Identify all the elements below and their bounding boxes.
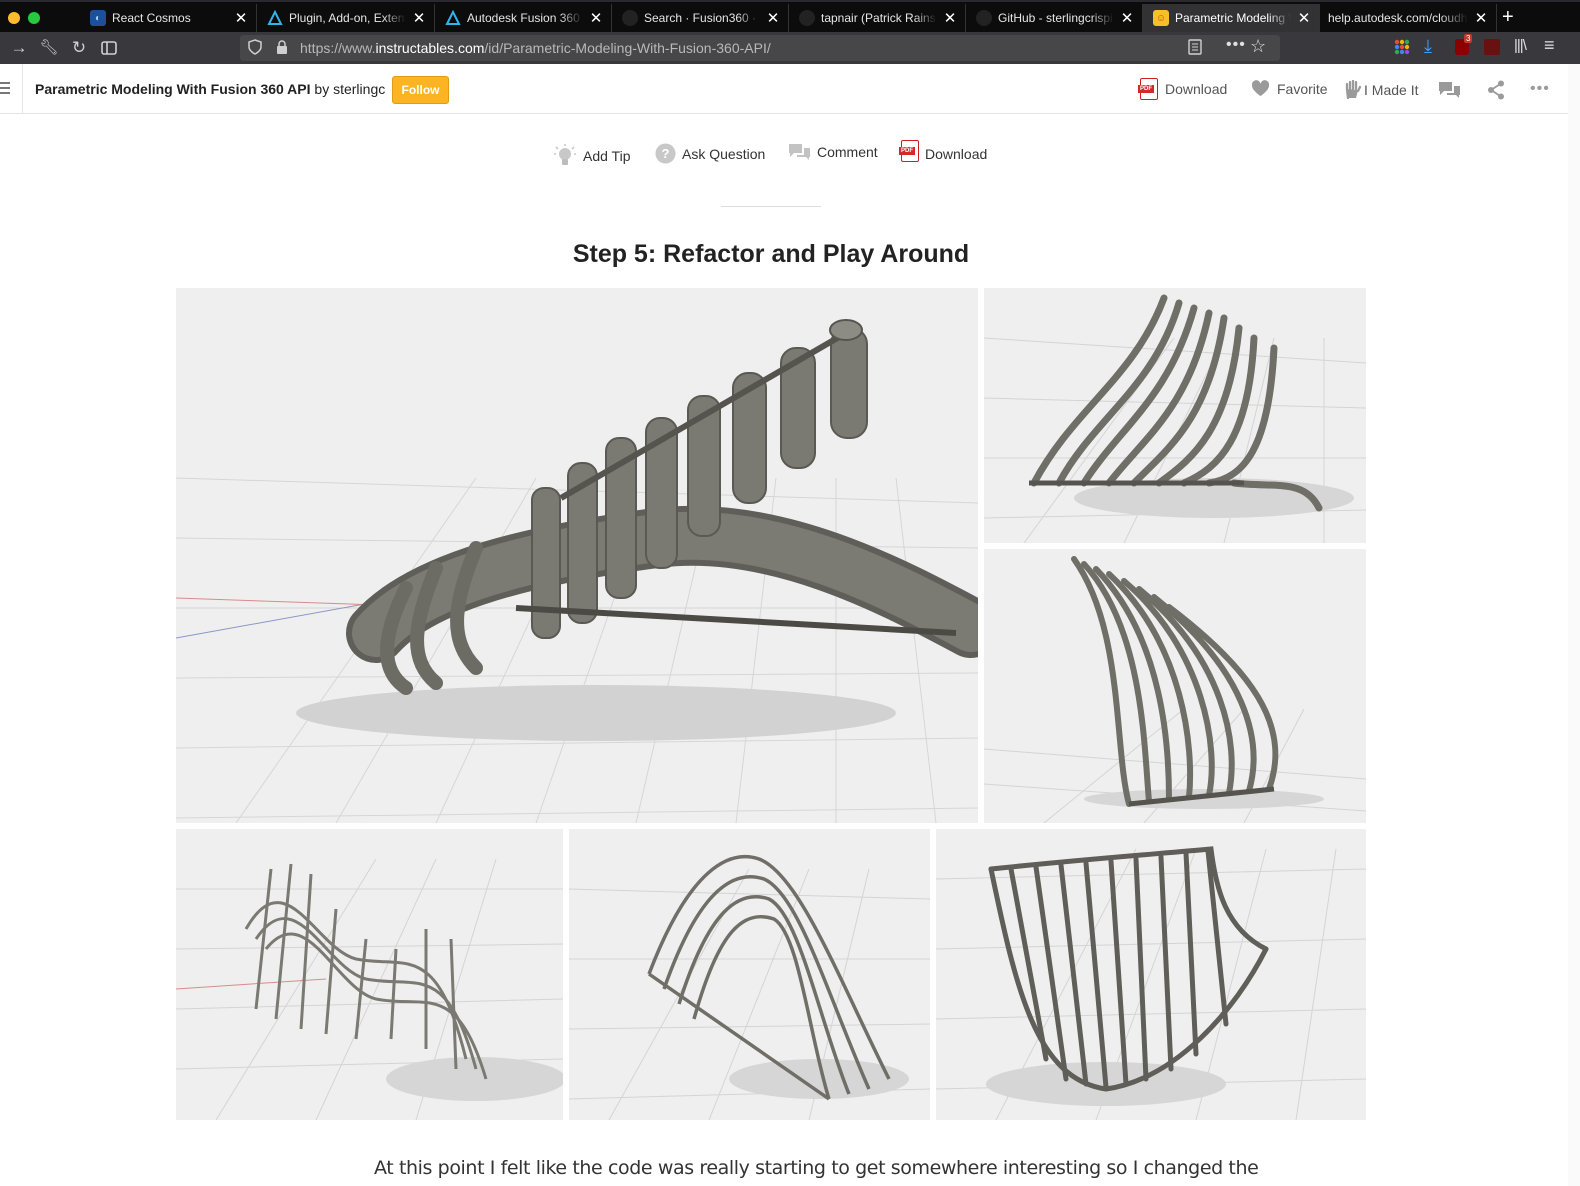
tab-title: tapnair (Patrick Rainsberry) [821,11,937,25]
url-prefix: https://www. [300,40,376,56]
close-icon[interactable]: ✕ [766,9,780,27]
page-actions-icon[interactable]: ••• [1226,36,1246,54]
window-minimize-button[interactable] [8,12,20,24]
gallery-image-6[interactable] [936,829,1366,1120]
url-text: https://www.instructables.com/id/Paramet… [300,40,771,56]
tab-plugin-addon[interactable]: Plugin, Add-on, Extensions ✕ [257,4,435,32]
made-it-label: I Made It [1364,81,1419,98]
step-download-label: Download [925,146,988,162]
react-cosmos-icon: ◐ [90,10,106,26]
gallery-image-2[interactable] [984,288,1366,543]
more-options-icon[interactable]: ••• [1530,80,1550,98]
comment-label: Comment [817,144,878,160]
tab-title: Autodesk Fusion 360 API [467,11,583,25]
autodesk-icon [267,10,283,26]
tab-github-sterlingcrispin[interactable]: GitHub - sterlingcrispin ✕ [966,4,1143,32]
close-icon[interactable]: ✕ [589,9,603,27]
tab-parametric-modeling[interactable]: ☺ Parametric Modeling With ✕ [1143,4,1320,32]
hand-icon [1344,80,1362,99]
close-icon[interactable]: ✕ [1474,9,1488,27]
gallery-image-3[interactable] [984,549,1366,823]
url-path: /id/Parametric-Modeling-With-Fusion-360-… [484,40,771,56]
follow-button[interactable]: Follow [392,76,449,104]
add-tip-button[interactable]: Add Tip [553,143,630,169]
url-domain: instructables.com [375,40,485,56]
close-icon[interactable]: ✕ [1297,9,1311,27]
tab-title: Plugin, Add-on, Extensions [289,11,406,25]
tab-github-search[interactable]: Search · Fusion360 · GitHub ✕ [612,4,789,32]
tab-fusion-api[interactable]: Autodesk Fusion 360 API ✕ [435,4,612,32]
add-tip-label: Add Tip [583,148,631,164]
browser-tab-strip: ◐ React Cosmos ✕ Plugin, Add-on, Extensi… [0,0,1580,32]
forward-icon[interactable]: → [8,37,30,59]
library-icon[interactable]: |||\ [1514,37,1527,54]
close-icon[interactable]: ✕ [412,9,426,27]
step-title: Step 5: Refactor and Play Around [572,240,970,268]
favorite-label: Favorite [1277,80,1328,97]
header-favorite-button[interactable]: Favorite [1251,80,1328,97]
share-icon[interactable] [1487,80,1505,105]
tab-react-cosmos[interactable]: ◐ React Cosmos ✕ [80,4,257,32]
close-icon[interactable]: ✕ [1120,9,1134,27]
gallery-image-5[interactable] [569,829,930,1120]
reload-icon[interactable]: ↻ [68,37,90,59]
close-icon[interactable]: ✕ [943,9,957,27]
step-download-button[interactable]: PDF Download [899,140,988,162]
shield-icon[interactable] [248,39,262,60]
tab-title: help.autodesk.com/cloudhelp [1328,11,1468,25]
download-label: Download [1165,81,1228,97]
step-body-text: At this point I felt like the code was r… [374,1157,1259,1179]
tab-autodesk-help[interactable]: help.autodesk.com/cloudhelp ✕ [1320,4,1497,32]
author-link[interactable]: sterlingc [333,81,385,97]
new-tab-button[interactable]: + [1502,4,1514,30]
github-icon [799,10,815,26]
gallery-image-4[interactable] [176,829,563,1120]
ublock-badge: 3 [1464,34,1473,43]
comments-icon[interactable] [1438,81,1461,104]
header-download-button[interactable]: PDF Download [1138,78,1228,100]
gallery-image-main[interactable] [176,288,978,823]
menu-icon[interactable] [0,82,10,97]
svg-text:?: ? [662,146,670,161]
github-icon [622,10,638,26]
tab-tapnair[interactable]: tapnair (Patrick Rainsberry) ✕ [789,4,966,32]
question-icon: ? [655,143,676,164]
section-divider [721,206,821,207]
pdf-icon: PDF [899,140,919,162]
comment-button[interactable]: Comment [788,143,878,161]
instructables-icon: ☺ [1153,10,1169,26]
pdf-icon: PDF [1138,78,1158,100]
hamburger-menu-icon[interactable]: ≡ [1544,35,1555,56]
wrench-icon[interactable]: 🔧︎ [38,37,60,59]
page-scrollbar[interactable] [1568,64,1580,1186]
site-header: Parametric Modeling With Fusion 360 API … [0,64,1580,114]
tab-title: Parametric Modeling With [1175,11,1291,25]
extension-grid-icon[interactable] [1394,39,1410,60]
lock-icon[interactable] [276,40,288,60]
ask-question-button[interactable]: ? Ask Question [655,143,765,164]
tab-title: GitHub - sterlingcrispin [998,11,1114,25]
close-icon[interactable]: ✕ [234,9,248,27]
project-title: Parametric Modeling With Fusion 360 API [35,81,311,97]
lightbulb-icon [553,143,577,169]
byline-label: by [314,81,330,97]
bookmark-star-icon[interactable]: ☆ [1250,36,1266,57]
project-title-line: Parametric Modeling With Fusion 360 API … [35,81,385,97]
download-arrow-icon[interactable]: ⤓ [1424,36,1432,57]
heart-icon [1251,80,1270,97]
github-icon [976,10,992,26]
tab-title: React Cosmos [112,11,191,25]
header-divider [22,64,23,114]
ask-question-label: Ask Question [682,145,766,162]
window-zoom-button[interactable] [28,12,40,24]
browser-nav-bar: → 🔧︎ ↻ https://www.instructables.com/id/… [0,32,1580,64]
tab-title: Search · Fusion360 · GitHub [644,11,760,25]
extension-red-icon[interactable] [1484,39,1500,55]
url-bar[interactable]: https://www.instructables.com/id/Paramet… [240,35,1280,61]
autodesk-icon [445,10,461,26]
reader-view-icon[interactable] [1188,39,1202,60]
sidebar-toggle-icon[interactable] [98,37,120,59]
comment-bubbles-icon [788,143,811,161]
header-made-it-button[interactable]: I Made It [1344,80,1418,99]
